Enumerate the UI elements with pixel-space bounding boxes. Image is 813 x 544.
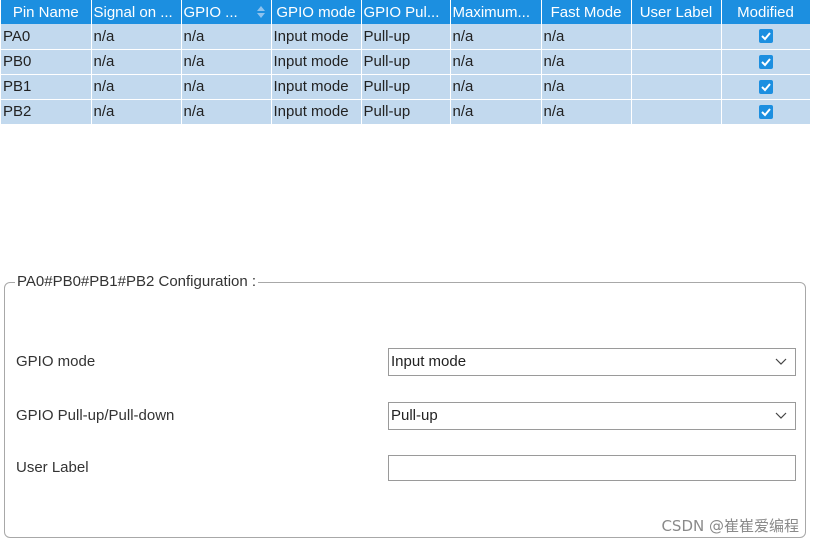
user-label-label: User Label bbox=[16, 459, 89, 476]
column-header-pin-name[interactable]: Pin Name bbox=[1, 0, 92, 24]
cell-gpio-pull: Pull-up bbox=[361, 99, 451, 125]
cell-user-label bbox=[631, 24, 722, 50]
pin-configuration-table-area: Pin Name Signal on ... GPIO ... GPIO mod… bbox=[0, 0, 811, 262]
cell-user-label bbox=[631, 74, 722, 100]
configuration-title: PA0#PB0#PB1#PB2 Configuration : bbox=[15, 273, 259, 290]
table-row[interactable]: PB1 n/a n/a Input mode Pull-up n/a n/a bbox=[1, 74, 811, 100]
modified-checkbox[interactable] bbox=[758, 54, 773, 69]
chevron-down-icon bbox=[775, 412, 787, 419]
cell-pin-name: PA0 bbox=[1, 24, 92, 50]
column-header-gpio-pull[interactable]: GPIO Pul... bbox=[361, 0, 451, 24]
table-row[interactable]: PB0 n/a n/a Input mode Pull-up n/a n/a bbox=[1, 49, 811, 75]
cell-gpio-mode: Input mode bbox=[271, 49, 362, 75]
cell-gpio: n/a bbox=[181, 74, 272, 100]
cell-user-label bbox=[631, 49, 722, 75]
cell-maximum: n/a bbox=[450, 99, 542, 125]
cell-pin-name: PB1 bbox=[1, 74, 92, 100]
cell-maximum: n/a bbox=[450, 74, 542, 100]
gpio-pull-select[interactable]: Pull-up bbox=[388, 402, 796, 430]
cell-fast-mode: n/a bbox=[541, 24, 632, 50]
check-icon bbox=[760, 82, 771, 91]
gpio-pull-value: Pull-up bbox=[391, 407, 438, 424]
cell-signal: n/a bbox=[91, 99, 182, 125]
cell-maximum: n/a bbox=[450, 24, 542, 50]
cell-fast-mode: n/a bbox=[541, 99, 632, 125]
cell-gpio: n/a bbox=[181, 49, 272, 75]
gpio-pull-label: GPIO Pull-up/Pull-down bbox=[16, 407, 175, 424]
cell-gpio-pull: Pull-up bbox=[361, 24, 451, 50]
cell-signal: n/a bbox=[91, 49, 182, 75]
cell-gpio-mode: Input mode bbox=[271, 99, 362, 125]
chevron-down-icon bbox=[775, 358, 787, 365]
cell-fast-mode: n/a bbox=[541, 74, 632, 100]
cell-gpio-mode: Input mode bbox=[271, 74, 362, 100]
cell-pin-name: PB0 bbox=[1, 49, 92, 75]
cell-gpio-mode: Input mode bbox=[271, 24, 362, 50]
pin-configuration-panel: PA0#PB0#PB1#PB2 Configuration : GPIO mod… bbox=[4, 273, 806, 538]
cell-user-label bbox=[631, 99, 722, 125]
table-row[interactable]: PB2 n/a n/a Input mode Pull-up n/a n/a bbox=[1, 99, 811, 125]
modified-checkbox[interactable] bbox=[758, 79, 773, 94]
column-header-gpio[interactable]: GPIO ... bbox=[181, 0, 272, 24]
gpio-mode-label: GPIO mode bbox=[16, 353, 96, 370]
cell-maximum: n/a bbox=[450, 49, 542, 75]
check-icon bbox=[760, 107, 771, 116]
table-header-row: Pin Name Signal on ... GPIO ... GPIO mod… bbox=[1, 0, 811, 24]
cell-modified bbox=[721, 49, 811, 75]
modified-checkbox[interactable] bbox=[758, 104, 773, 119]
cell-signal: n/a bbox=[91, 74, 182, 100]
cell-modified bbox=[721, 74, 811, 100]
cell-pin-name: PB2 bbox=[1, 99, 92, 125]
column-header-signal[interactable]: Signal on ... bbox=[91, 0, 182, 24]
cell-gpio-pull: Pull-up bbox=[361, 49, 451, 75]
sort-icon bbox=[256, 6, 265, 18]
cell-gpio: n/a bbox=[181, 99, 272, 125]
column-header-gpio-mode[interactable]: GPIO mode bbox=[271, 0, 362, 24]
gpio-mode-select[interactable]: Input mode bbox=[388, 348, 796, 376]
column-header-modified[interactable]: Modified bbox=[721, 0, 811, 24]
cell-modified bbox=[721, 24, 811, 50]
column-header-fast-mode[interactable]: Fast Mode bbox=[541, 0, 632, 24]
cell-fast-mode: n/a bbox=[541, 49, 632, 75]
user-label-input[interactable] bbox=[388, 455, 796, 481]
cell-signal: n/a bbox=[91, 24, 182, 50]
modified-checkbox[interactable] bbox=[758, 29, 773, 44]
column-header-user-label[interactable]: User Label bbox=[631, 0, 722, 24]
table-row[interactable]: PA0 n/a n/a Input mode Pull-up n/a n/a bbox=[1, 24, 811, 50]
pin-configuration-table: Pin Name Signal on ... GPIO ... GPIO mod… bbox=[1, 0, 811, 125]
column-header-maximum[interactable]: Maximum... bbox=[450, 0, 542, 24]
watermark: CSDN @崔崔爱编程 bbox=[661, 517, 799, 535]
cell-gpio: n/a bbox=[181, 24, 272, 50]
cell-gpio-pull: Pull-up bbox=[361, 74, 451, 100]
check-icon bbox=[760, 57, 771, 66]
check-icon bbox=[760, 32, 771, 41]
column-header-gpio-label: GPIO ... bbox=[183, 3, 238, 21]
gpio-mode-value: Input mode bbox=[391, 353, 467, 370]
cell-modified bbox=[721, 99, 811, 125]
